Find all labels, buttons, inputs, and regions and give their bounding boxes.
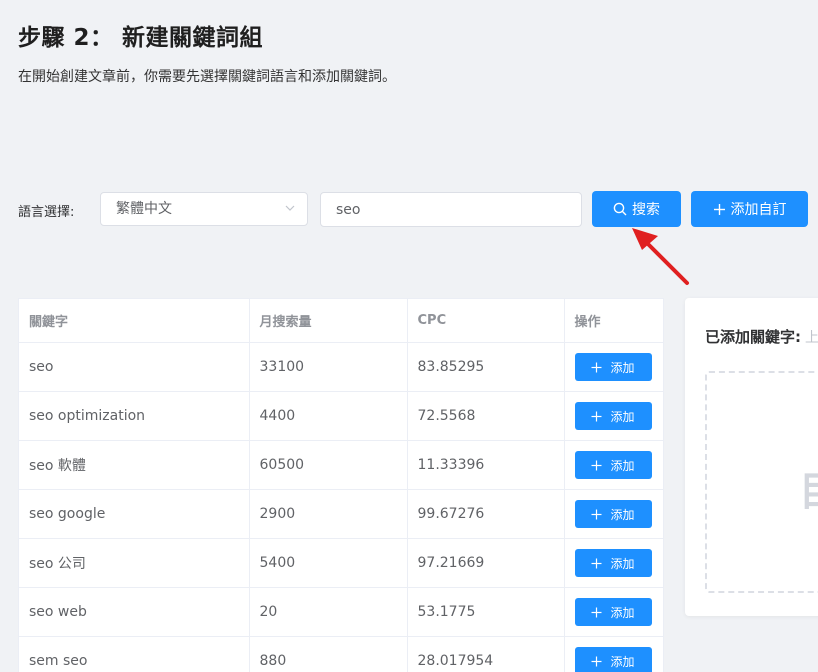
added-keywords-panel: 已添加關鍵字:上 目 — [685, 298, 818, 616]
keyword-cell: sem seo — [19, 636, 250, 672]
keyword-cell: seo web — [19, 587, 250, 637]
add-keyword-button-label: 添加 — [610, 507, 635, 522]
column-header-action: 操作 — [564, 299, 663, 343]
add-keyword-button[interactable]: 添加 — [574, 353, 652, 381]
action-cell: 添加 — [564, 587, 663, 637]
table-row: seo optimization 4400 72.5568 添加 — [19, 391, 663, 441]
keyword-cell: seo optimization — [19, 391, 250, 441]
keyword-cell: seo 公司 — [19, 538, 250, 588]
language-label: 語言選擇: — [18, 205, 75, 220]
annotation-arrow-icon — [632, 228, 689, 285]
add-keyword-button-label: 添加 — [610, 360, 635, 375]
added-keywords-title-text: 已添加關鍵字: — [705, 328, 801, 346]
plus-icon — [591, 509, 602, 519]
language-select-value: 繁體中文 — [116, 201, 172, 217]
plus-icon — [591, 607, 602, 617]
action-cell: 添加 — [564, 440, 663, 490]
table-row: seo 軟體 60500 11.33396 添加 — [19, 440, 663, 490]
column-header-cpc: CPC — [407, 299, 565, 343]
add-keyword-button-label: 添加 — [610, 654, 635, 669]
table-row: seo 公司 5400 97.21669 添加 — [19, 538, 663, 588]
volume-cell: 33100 — [249, 342, 408, 392]
add-keyword-button[interactable]: 添加 — [574, 549, 652, 577]
add-keyword-button[interactable]: 添加 — [574, 402, 652, 430]
plus-icon — [591, 362, 602, 372]
add-keyword-button-label: 添加 — [610, 409, 635, 424]
action-cell: 添加 — [564, 538, 663, 588]
table-row: seo web 20 53.1775 添加 — [19, 587, 663, 637]
column-header-volume: 月搜索量 — [249, 299, 408, 343]
table-row: sem seo 880 28.017954 添加 — [19, 636, 663, 672]
volume-cell: 20 — [249, 587, 408, 637]
added-keywords-dropzone: 目 — [705, 371, 818, 593]
volume-cell: 880 — [249, 636, 408, 672]
keyword-input[interactable] — [320, 192, 582, 227]
chevron-down-icon — [285, 205, 295, 211]
plus-icon — [591, 656, 602, 666]
volume-cell: 5400 — [249, 538, 408, 588]
empty-placeholder-text: 目 — [799, 459, 818, 517]
cpc-cell: 28.017954 — [407, 636, 565, 672]
add-keyword-button[interactable]: 添加 — [574, 451, 652, 479]
table-row: seo 33100 83.85295 添加 — [19, 342, 663, 392]
language-select[interactable]: 繁體中文 — [100, 192, 308, 226]
cpc-cell: 97.21669 — [407, 538, 565, 588]
plus-icon — [713, 203, 725, 215]
cpc-cell: 53.1775 — [407, 587, 565, 637]
keyword-cell: seo 軟體 — [19, 440, 250, 490]
table-row: seo google 2900 99.67276 添加 — [19, 489, 663, 539]
plus-icon — [591, 411, 602, 421]
volume-cell: 2900 — [249, 489, 408, 539]
add-keyword-button-label: 添加 — [610, 605, 635, 620]
cpc-cell: 72.5568 — [407, 391, 565, 441]
add-keyword-button[interactable]: 添加 — [574, 598, 652, 626]
keyword-cell: seo — [19, 342, 250, 392]
add-keyword-button[interactable]: 添加 — [574, 647, 652, 672]
action-cell: 添加 — [564, 342, 663, 392]
cpc-cell: 99.67276 — [407, 489, 565, 539]
table-header-row: 關鍵字 月搜索量 CPC 操作 — [19, 299, 663, 343]
add-custom-button[interactable]: 添加自訂 — [691, 191, 808, 227]
volume-cell: 60500 — [249, 440, 408, 490]
added-keywords-hint: 上 — [805, 330, 818, 346]
add-keyword-button-label: 添加 — [610, 458, 635, 473]
plus-icon — [591, 460, 602, 470]
add-keyword-button[interactable]: 添加 — [574, 500, 652, 528]
plus-icon — [591, 558, 602, 568]
column-header-keyword: 關鍵字 — [19, 299, 250, 343]
cpc-cell: 83.85295 — [407, 342, 565, 392]
keyword-table: 關鍵字 月搜索量 CPC 操作 seo 33100 83.85295 添加 seo op… — [18, 298, 664, 672]
action-cell: 添加 — [564, 489, 663, 539]
action-cell: 添加 — [564, 391, 663, 441]
page-title: 步驟 2： 新建關鍵詞組 — [18, 25, 264, 51]
page-description: 在開始創建文章前，你需要先選擇關鍵詞語言和添加關鍵詞。 — [18, 69, 396, 85]
cpc-cell: 11.33396 — [407, 440, 565, 490]
keyword-cell: seo google — [19, 489, 250, 539]
add-keyword-button-label: 添加 — [610, 556, 635, 571]
action-cell: 添加 — [564, 636, 663, 672]
added-keywords-title: 已添加關鍵字: 上 — [705, 326, 818, 347]
add-custom-button-label: 添加自訂 — [730, 202, 787, 218]
volume-cell: 4400 — [249, 391, 408, 441]
